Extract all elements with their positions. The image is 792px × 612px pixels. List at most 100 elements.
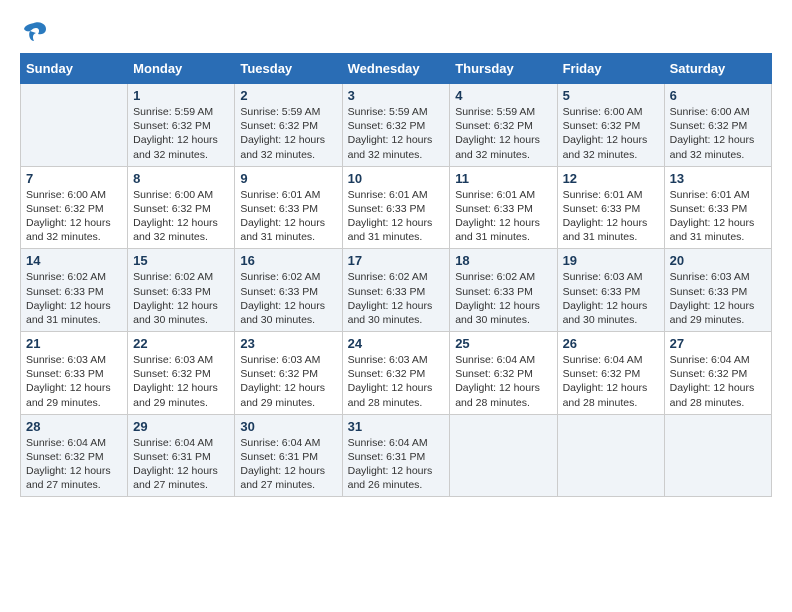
day-info: Sunrise: 5:59 AM Sunset: 6:32 PM Dayligh… — [240, 105, 336, 162]
day-info: Sunrise: 6:02 AM Sunset: 6:33 PM Dayligh… — [133, 270, 229, 327]
day-number: 8 — [133, 171, 229, 186]
day-info: Sunrise: 6:04 AM Sunset: 6:31 PM Dayligh… — [348, 436, 445, 493]
day-number: 9 — [240, 171, 336, 186]
day-info: Sunrise: 6:01 AM Sunset: 6:33 PM Dayligh… — [348, 188, 445, 245]
day-number: 13 — [670, 171, 766, 186]
calendar-cell: 12 Sunrise: 6:01 AM Sunset: 6:33 PM Dayli… — [557, 166, 664, 249]
calendar-week-row: 21Sunrise: 6:03 AM Sunset: 6:33 PM Dayli… — [21, 332, 772, 415]
day-number: 12 — [563, 171, 659, 186]
day-number: 11 — [455, 171, 551, 186]
calendar-cell: 27 Sunrise: 6:04 AM Sunset: 6:32 PM Dayli… — [664, 332, 771, 415]
calendar-cell: 25 Sunrise: 6:04 AM Sunset: 6:32 PM Dayli… — [450, 332, 557, 415]
day-info: Sunrise: 6:01 AM Sunset: 6:33 PM Dayligh… — [240, 188, 336, 245]
calendar-cell: 15 Sunrise: 6:02 AM Sunset: 6:33 PM Dayli… — [128, 249, 235, 332]
day-info: Sunrise: 6:04 AM Sunset: 6:32 PM Dayligh… — [26, 436, 122, 493]
logo-bird-icon — [20, 21, 48, 43]
day-info: Sunrise: 6:04 AM Sunset: 6:31 PM Dayligh… — [240, 436, 336, 493]
day-info: Sunrise: 6:02 AM Sunset: 6:33 PM Dayligh… — [455, 270, 551, 327]
calendar-cell: 26 Sunrise: 6:04 AM Sunset: 6:32 PM Dayli… — [557, 332, 664, 415]
calendar-cell — [450, 414, 557, 497]
calendar-cell: 11 Sunrise: 6:01 AM Sunset: 6:33 PM Dayli… — [450, 166, 557, 249]
day-number: 10 — [348, 171, 445, 186]
calendar-cell: 18 Sunrise: 6:02 AM Sunset: 6:33 PM Dayli… — [450, 249, 557, 332]
calendar-cell: 20 Sunrise: 6:03 AM Sunset: 6:33 PM Dayli… — [664, 249, 771, 332]
day-number: 7 — [26, 171, 122, 186]
weekday-header-friday: Friday — [557, 54, 664, 84]
day-number: 29 — [133, 419, 229, 434]
calendar-cell: 9 Sunrise: 6:01 AM Sunset: 6:33 PM Daylig… — [235, 166, 342, 249]
calendar-cell: 30 Sunrise: 6:04 AM Sunset: 6:31 PM Dayli… — [235, 414, 342, 497]
calendar-cell: 5Sunrise: 6:00 AM Sunset: 6:32 PM Daylig… — [557, 84, 664, 167]
calendar-cell: 22 Sunrise: 6:03 AM Sunset: 6:32 PM Dayli… — [128, 332, 235, 415]
day-number: 24 — [348, 336, 445, 351]
calendar-cell: 13 Sunrise: 6:01 AM Sunset: 6:33 PM Dayli… — [664, 166, 771, 249]
day-info: Sunrise: 6:03 AM Sunset: 6:33 PM Dayligh… — [563, 270, 659, 327]
day-number: 2 — [240, 88, 336, 103]
day-info: Sunrise: 6:03 AM Sunset: 6:32 PM Dayligh… — [348, 353, 445, 410]
day-number: 19 — [563, 253, 659, 268]
calendar-cell: 21Sunrise: 6:03 AM Sunset: 6:33 PM Dayli… — [21, 332, 128, 415]
day-number: 31 — [348, 419, 445, 434]
calendar-cell: 7 Sunrise: 6:00 AM Sunset: 6:32 PM Daylig… — [21, 166, 128, 249]
day-number: 20 — [670, 253, 766, 268]
weekday-header-monday: Monday — [128, 54, 235, 84]
day-info: Sunrise: 6:03 AM Sunset: 6:32 PM Dayligh… — [133, 353, 229, 410]
day-info: Sunrise: 6:04 AM Sunset: 6:32 PM Dayligh… — [670, 353, 766, 410]
calendar-week-row: 28 Sunrise: 6:04 AM Sunset: 6:32 PM Dayli… — [21, 414, 772, 497]
calendar-week-row: 14 Sunrise: 6:02 AM Sunset: 6:33 PM Dayli… — [21, 249, 772, 332]
calendar-cell: 4 Sunrise: 5:59 AM Sunset: 6:32 PM Daylig… — [450, 84, 557, 167]
calendar-cell: 2 Sunrise: 5:59 AM Sunset: 6:32 PM Daylig… — [235, 84, 342, 167]
day-number: 3 — [348, 88, 445, 103]
day-number: 21 — [26, 336, 122, 351]
weekday-header-saturday: Saturday — [664, 54, 771, 84]
calendar-cell: 17Sunrise: 6:02 AM Sunset: 6:33 PM Dayli… — [342, 249, 450, 332]
calendar-cell — [557, 414, 664, 497]
day-info: Sunrise: 6:02 AM Sunset: 6:33 PM Dayligh… — [26, 270, 122, 327]
day-info: Sunrise: 6:00 AM Sunset: 6:32 PM Dayligh… — [133, 188, 229, 245]
day-number: 15 — [133, 253, 229, 268]
day-number: 16 — [240, 253, 336, 268]
day-number: 27 — [670, 336, 766, 351]
day-info: Sunrise: 6:00 AM Sunset: 6:32 PM Dayligh… — [563, 105, 659, 162]
day-number: 22 — [133, 336, 229, 351]
day-number: 25 — [455, 336, 551, 351]
calendar-cell — [21, 84, 128, 167]
day-info: Sunrise: 6:04 AM Sunset: 6:31 PM Dayligh… — [133, 436, 229, 493]
day-info: Sunrise: 6:04 AM Sunset: 6:32 PM Dayligh… — [563, 353, 659, 410]
day-number: 1 — [133, 88, 229, 103]
day-info: Sunrise: 6:04 AM Sunset: 6:32 PM Dayligh… — [455, 353, 551, 410]
day-info: Sunrise: 6:00 AM Sunset: 6:32 PM Dayligh… — [26, 188, 122, 245]
day-info: Sunrise: 6:03 AM Sunset: 6:32 PM Dayligh… — [240, 353, 336, 410]
logo — [20, 20, 52, 43]
day-info: Sunrise: 5:59 AM Sunset: 6:32 PM Dayligh… — [348, 105, 445, 162]
calendar-header-row: SundayMondayTuesdayWednesdayThursdayFrid… — [21, 54, 772, 84]
day-number: 18 — [455, 253, 551, 268]
day-number: 6 — [670, 88, 766, 103]
weekday-header-tuesday: Tuesday — [235, 54, 342, 84]
day-info: Sunrise: 6:01 AM Sunset: 6:33 PM Dayligh… — [455, 188, 551, 245]
day-info: Sunrise: 6:02 AM Sunset: 6:33 PM Dayligh… — [348, 270, 445, 327]
calendar-cell: 3 Sunrise: 5:59 AM Sunset: 6:32 PM Daylig… — [342, 84, 450, 167]
day-number: 26 — [563, 336, 659, 351]
day-number: 4 — [455, 88, 551, 103]
day-number: 30 — [240, 419, 336, 434]
day-number: 14 — [26, 253, 122, 268]
weekday-header-sunday: Sunday — [21, 54, 128, 84]
weekday-header-thursday: Thursday — [450, 54, 557, 84]
day-info: Sunrise: 5:59 AM Sunset: 6:32 PM Dayligh… — [455, 105, 551, 162]
weekday-header-wednesday: Wednesday — [342, 54, 450, 84]
day-info: Sunrise: 6:01 AM Sunset: 6:33 PM Dayligh… — [563, 188, 659, 245]
day-number: 28 — [26, 419, 122, 434]
day-info: Sunrise: 6:02 AM Sunset: 6:33 PM Dayligh… — [240, 270, 336, 327]
day-info: Sunrise: 6:01 AM Sunset: 6:33 PM Dayligh… — [670, 188, 766, 245]
calendar-cell: 19 Sunrise: 6:03 AM Sunset: 6:33 PM Dayli… — [557, 249, 664, 332]
calendar-cell: 28 Sunrise: 6:04 AM Sunset: 6:32 PM Dayli… — [21, 414, 128, 497]
calendar-cell: 16 Sunrise: 6:02 AM Sunset: 6:33 PM Dayli… — [235, 249, 342, 332]
calendar-week-row: 7 Sunrise: 6:00 AM Sunset: 6:32 PM Daylig… — [21, 166, 772, 249]
day-info: Sunrise: 5:59 AM Sunset: 6:32 PM Dayligh… — [133, 105, 229, 162]
calendar-cell: 24 Sunrise: 6:03 AM Sunset: 6:32 PM Dayli… — [342, 332, 450, 415]
day-info: Sunrise: 6:03 AM Sunset: 6:33 PM Dayligh… — [670, 270, 766, 327]
calendar-cell: 23Sunrise: 6:03 AM Sunset: 6:32 PM Dayli… — [235, 332, 342, 415]
calendar-week-row: 1 Sunrise: 5:59 AM Sunset: 6:32 PM Daylig… — [21, 84, 772, 167]
calendar-cell: 31 Sunrise: 6:04 AM Sunset: 6:31 PM Dayli… — [342, 414, 450, 497]
